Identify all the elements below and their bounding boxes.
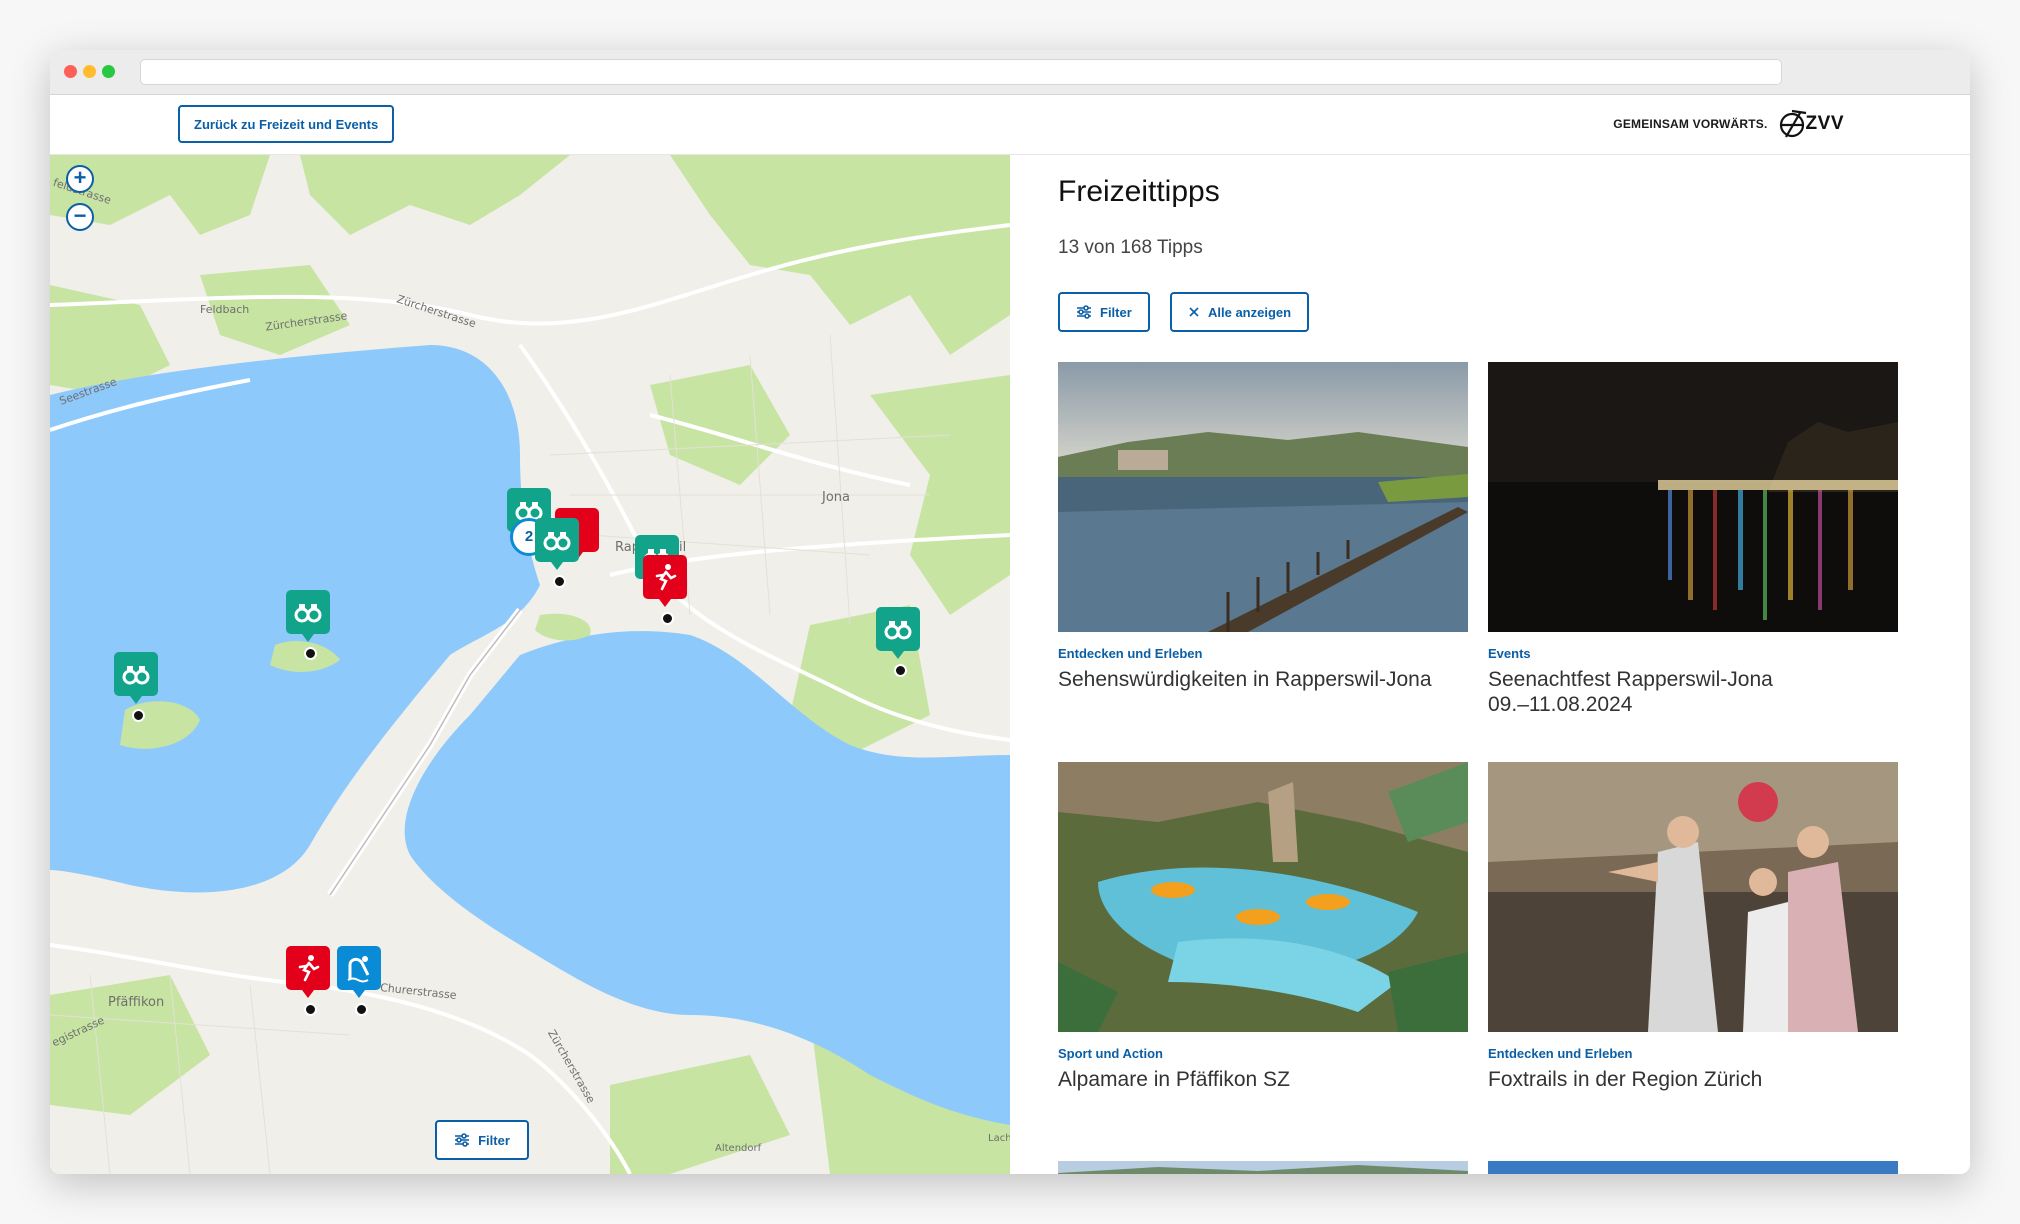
zvv-logo-icon [1779,109,1806,138]
map-view[interactable]: feldstrasse Feldbach Zürcherstrasse Zürc… [50,155,1010,1174]
map-marker-waterpark[interactable] [337,946,381,1016]
tip-image-next [1058,1161,1468,1174]
binoculars-icon [543,532,571,551]
map-label-jona: Jona [822,490,850,505]
waterslide-icon [347,956,370,983]
zoom-out-button[interactable]: − [66,203,94,231]
filter-button[interactable]: Filter [1058,292,1150,332]
map-label-pfaeffikon: Pfäffikon [108,995,165,1010]
tip-image-next [1488,1161,1898,1174]
binoculars-icon [884,621,912,640]
site-header: Zurück zu Freizeit und Events GEMEINSAM … [50,95,1970,155]
tip-category: Entdecken und Erleben [1488,1046,1633,1061]
map-marker-sightseeing[interactable] [535,518,579,588]
runner-icon [655,564,677,591]
map-filter-label: Filter [478,1132,510,1148]
close-window-icon[interactable] [64,65,77,78]
tip-title: Seenachtfest Rapperswil-Jona [1488,668,1773,691]
zoom-in-button[interactable]: + [66,165,94,193]
marker-pin [304,647,317,660]
tip-category: Events [1488,646,1531,661]
map-marker-sport[interactable] [643,555,687,625]
marker-pin [304,1003,317,1016]
map-label-lachen: Lach [988,1133,1010,1144]
back-to-events-button[interactable]: Zurück zu Freizeit und Events [178,105,395,143]
map-marker-sport[interactable] [286,946,330,1016]
page-title: Freizeittipps [1058,175,1220,208]
tip-title: Foxtrails in der Region Zürich [1488,1068,1763,1091]
show-all-button[interactable]: Alle anzeigen [1170,292,1310,332]
map-marker-sightseeing[interactable] [876,607,920,677]
map-label-feldbach: Feldbach [200,303,250,316]
close-icon [1189,307,1199,317]
tip-category: Entdecken und Erleben [1058,646,1203,661]
sliders-icon [455,1133,470,1147]
tip-card[interactable] [1488,1161,1898,1174]
marker-pin [132,709,145,722]
tip-date: 09.–11.08.2024 [1488,693,1633,716]
filter-button-label: Filter [1100,304,1132,320]
tip-card[interactable] [1058,1161,1468,1174]
tip-image-foxtrails [1488,762,1898,1032]
zvv-brand[interactable]: GEMEINSAM VORWÄRTS. ZVV [1613,107,1844,141]
maximize-window-icon[interactable] [102,65,115,78]
binoculars-icon [294,604,322,623]
map-label-altendorf: Altendorf [715,1143,762,1154]
sliders-icon [1077,305,1091,319]
tip-card[interactable]: Sport und Action Alpamare in Pfäffikon S… [1058,762,1468,1092]
results-count: 13 von 168 Tipps [1058,237,1203,258]
tip-title: Alpamare in Pfäffikon SZ [1058,1068,1290,1091]
address-bar[interactable] [140,59,1782,85]
tips-panel: Freizeittipps 13 von 168 Tipps Filter Al… [1010,155,1970,1174]
binoculars-icon [122,666,150,685]
tip-image-alpamare [1058,762,1468,1032]
brand-slogan: GEMEINSAM VORWÄRTS. [1613,117,1768,131]
marker-pin [894,664,907,677]
show-all-label: Alle anzeigen [1208,304,1292,320]
browser-titlebar [50,50,1970,95]
map-base-layer [50,155,1010,1174]
marker-pin [553,575,566,588]
map-filter-button[interactable]: Filter [435,1120,529,1160]
zvv-wordmark: ZVV [1805,113,1844,134]
tip-title: Sehenswürdigkeiten in Rapperswil-Jona [1058,668,1432,691]
zvv-logo: ZVV [1776,107,1844,141]
tip-card[interactable]: Events Seenachtfest Rapperswil-Jona 09.–… [1488,362,1898,717]
tip-card[interactable]: Entdecken und Erleben Sehenswürdigkeiten… [1058,362,1468,692]
browser-window: Zurück zu Freizeit und Events GEMEINSAM … [50,50,1970,1174]
tip-image-rapperswil-boardwalk [1058,362,1468,632]
marker-pin [661,612,674,625]
marker-pin [355,1003,368,1016]
map-marker-sightseeing[interactable] [114,652,158,722]
minimize-window-icon[interactable] [83,65,96,78]
runner-icon [298,955,320,982]
map-marker-sightseeing[interactable] [286,590,330,660]
tip-category: Sport und Action [1058,1046,1163,1061]
tip-image-seenachtfest [1488,362,1898,632]
tip-card[interactable]: Entdecken und Erleben Foxtrails in der R… [1488,762,1898,1092]
